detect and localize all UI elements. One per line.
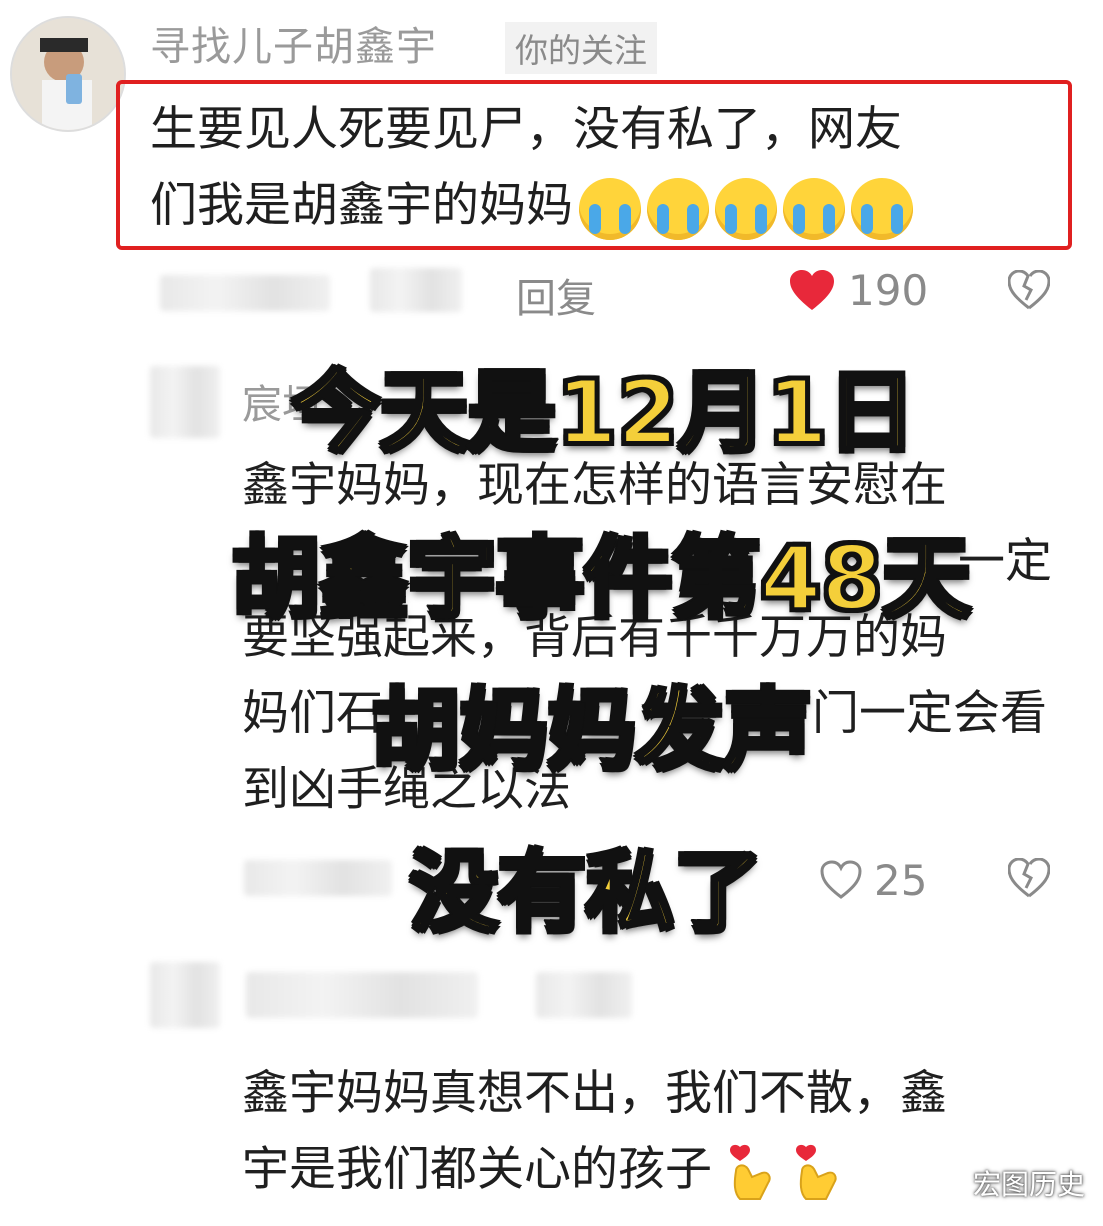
blurred-username[interactable] [246,972,478,1018]
comment-line: 生要见人死要见尸，没有私了，网友 [150,102,902,157]
finger-heart-emoji-icon [722,1143,778,1203]
cry-emoji-icon [647,177,709,240]
heart-outline-icon[interactable] [820,860,862,900]
blurred-timestamp [244,860,392,896]
overlay-caption: 没有私了 [408,839,764,946]
cry-emoji-icon [715,177,777,240]
overlay-caption: 胡妈妈发声 [370,677,814,784]
broken-heart-icon[interactable] [1007,269,1051,310]
comment-line: 们我是胡鑫宇的妈妈 [150,178,573,233]
username[interactable]: 寻找儿子胡鑫宇 [150,14,437,72]
finger-heart-emoji-icon [788,1143,844,1203]
like-count: 25 [874,856,928,905]
overlay-caption: 今天是12月1日 [290,359,918,466]
comment-line-with-emoji: 们我是胡鑫宇的妈妈 [150,168,913,244]
overlay-caption: 胡鑫宇事件第48天 [230,525,972,632]
comment-line: 宇是我们都关心的孩子 [242,1142,712,1197]
like-count: 190 [848,266,929,315]
comment-line-with-emoji: 宇是我们都关心的孩子 [242,1132,844,1208]
blurred-timestamp [160,275,330,311]
blurred-avatar[interactable] [150,366,220,438]
avatar[interactable] [10,16,126,132]
comment-line: 门一定会看 [812,686,1047,741]
blurred-avatar[interactable] [150,962,220,1028]
cry-emoji-icon [851,177,913,240]
comment-line: 鑫宇妈妈真想不出，我们不散，鑫 [242,1066,947,1121]
watermark: 宏图历史 [972,1168,1085,1201]
blurred-location [370,268,462,312]
blurred-tag [536,972,632,1018]
broken-heart-icon[interactable] [1007,857,1051,898]
heart-filled-icon[interactable] [790,270,834,312]
comment-line: 妈们石 [242,686,383,741]
comment-line: 一定 [958,534,1052,589]
cry-emoji-icon [783,177,845,240]
cry-emoji-icon [579,177,641,240]
reply-button[interactable]: 回复 [516,266,596,324]
follow-tag: 你的关注 [505,22,657,74]
